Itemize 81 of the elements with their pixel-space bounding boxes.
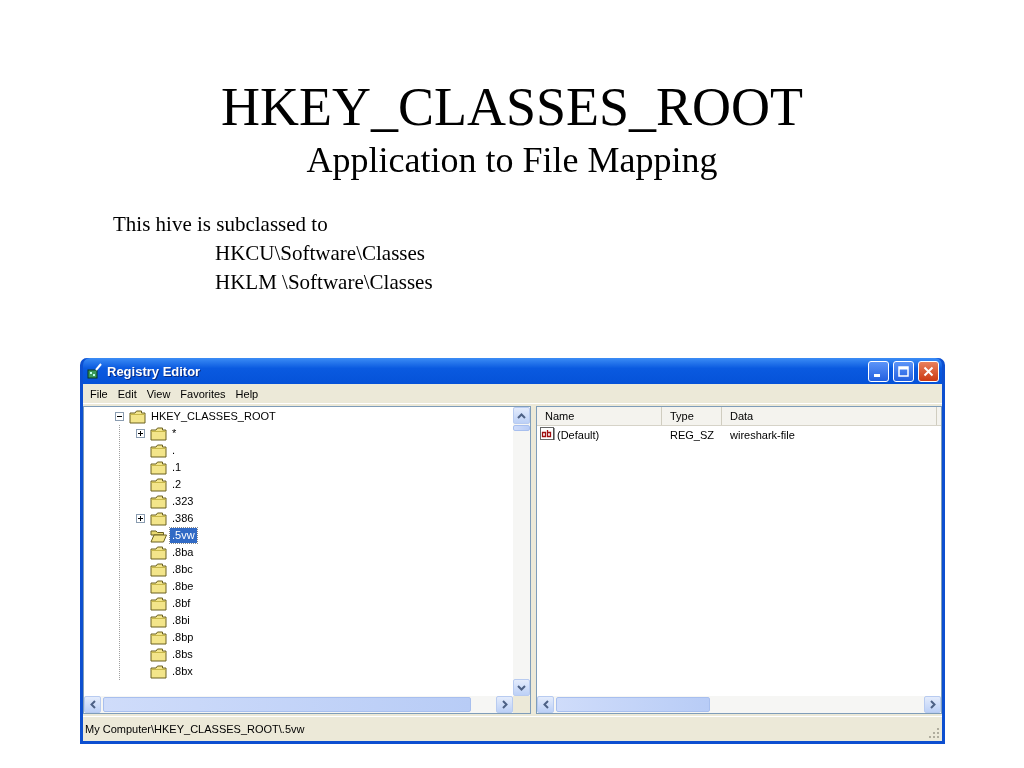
horizontal-scrollbar[interactable] — [537, 696, 941, 713]
scroll-up-button[interactable] — [513, 407, 530, 424]
chevron-right-icon — [929, 700, 936, 709]
chevron-left-icon — [542, 700, 549, 709]
menu-item[interactable]: Help — [230, 387, 264, 400]
tree-item[interactable]: HKEY_CLASSES_ROOT — [149, 409, 278, 424]
scroll-right-button[interactable] — [924, 696, 941, 713]
close-button[interactable] — [918, 360, 939, 382]
tree-item[interactable]: .323 — [170, 494, 196, 509]
scroll-thumb[interactable] — [513, 425, 530, 431]
app-icon — [87, 363, 103, 379]
folder-icon — [129, 409, 146, 424]
tree-item[interactable]: .386 — [170, 511, 196, 526]
tree-item[interactable]: .8bc — [170, 562, 195, 577]
scroll-thumb[interactable] — [556, 697, 710, 712]
tree-item[interactable]: * — [170, 426, 179, 441]
column-header[interactable]: Type — [662, 407, 722, 425]
window-title: Registry Editor — [107, 363, 202, 379]
column-header[interactable]: Name — [537, 407, 662, 425]
maximize-icon — [898, 365, 909, 377]
folder-icon — [150, 562, 167, 577]
scroll-left-button[interactable] — [537, 696, 554, 713]
string-value-icon — [540, 427, 556, 442]
folder-icon — [150, 579, 167, 594]
folder-icon — [150, 630, 167, 645]
menu-item[interactable]: Edit — [112, 387, 142, 400]
tree-item[interactable]: .8bs — [170, 647, 195, 662]
maximize-button[interactable] — [893, 360, 914, 382]
vertical-scrollbar[interactable] — [513, 407, 530, 696]
scroll-thumb[interactable] — [103, 697, 471, 712]
size-grip-icon[interactable] — [929, 728, 940, 739]
tree-item[interactable]: .1 — [170, 460, 184, 475]
tree-item[interactable]: .8bi — [170, 613, 192, 628]
slide-subtitle: Application to File Mapping — [305, 139, 719, 182]
folder-icon — [150, 545, 167, 560]
folder-icon — [150, 460, 167, 475]
folder-icon — [150, 664, 167, 679]
folder-icon — [150, 426, 167, 441]
scrollbar-corner — [513, 696, 530, 713]
chevron-right-icon — [501, 700, 508, 709]
folder-icon — [150, 613, 167, 628]
tree-item[interactable]: .8bf — [170, 596, 193, 611]
tree-item[interactable]: .5vw — [170, 528, 197, 543]
folder-icon — [150, 443, 167, 458]
minimize-icon — [874, 373, 880, 377]
collapse-icon[interactable] — [115, 412, 124, 421]
tree-item[interactable]: . — [170, 443, 178, 458]
folder-icon — [150, 596, 167, 611]
horizontal-scrollbar[interactable] — [84, 696, 513, 713]
registry-path: HKLM \Software\Classes — [215, 269, 434, 296]
tree-item[interactable]: .2 — [170, 477, 184, 492]
folder-icon — [150, 477, 167, 492]
chevron-left-icon — [89, 700, 96, 709]
value-name: (Default) — [557, 428, 600, 441]
open-folder-icon — [150, 528, 167, 543]
expand-icon[interactable] — [136, 429, 145, 438]
scroll-down-button[interactable] — [513, 679, 530, 696]
value-data: wireshark-file — [729, 428, 796, 441]
value-type: REG_SZ — [669, 428, 715, 441]
body-text: This hive is subclassed to — [113, 211, 329, 238]
chevron-up-icon — [517, 412, 526, 419]
folder-icon — [150, 511, 167, 526]
folder-icon — [150, 494, 167, 509]
tree-item[interactable]: .8ba — [170, 545, 196, 560]
menu-item[interactable]: Favorites — [175, 387, 231, 400]
status-text: My Computer\HKEY_CLASSES_ROOT\.5vw — [85, 723, 305, 735]
close-icon — [923, 365, 934, 377]
scroll-left-button[interactable] — [84, 696, 101, 713]
menu-item[interactable]: File — [85, 387, 113, 400]
tree-item[interactable]: .8bx — [170, 664, 195, 679]
scroll-right-button[interactable] — [496, 696, 513, 713]
minimize-button[interactable] — [868, 360, 889, 382]
tree-item[interactable]: .8bp — [170, 630, 196, 645]
slide-title: HKEY_CLASSES_ROOT — [219, 76, 805, 138]
chevron-down-icon — [517, 684, 526, 691]
tree-item[interactable]: .8be — [170, 579, 196, 594]
column-header[interactable]: Data — [722, 407, 937, 425]
expand-icon[interactable] — [136, 514, 145, 523]
folder-icon — [150, 647, 167, 662]
menu-item[interactable]: View — [141, 387, 176, 400]
registry-path: HKCU\Software\Classes — [215, 240, 426, 267]
